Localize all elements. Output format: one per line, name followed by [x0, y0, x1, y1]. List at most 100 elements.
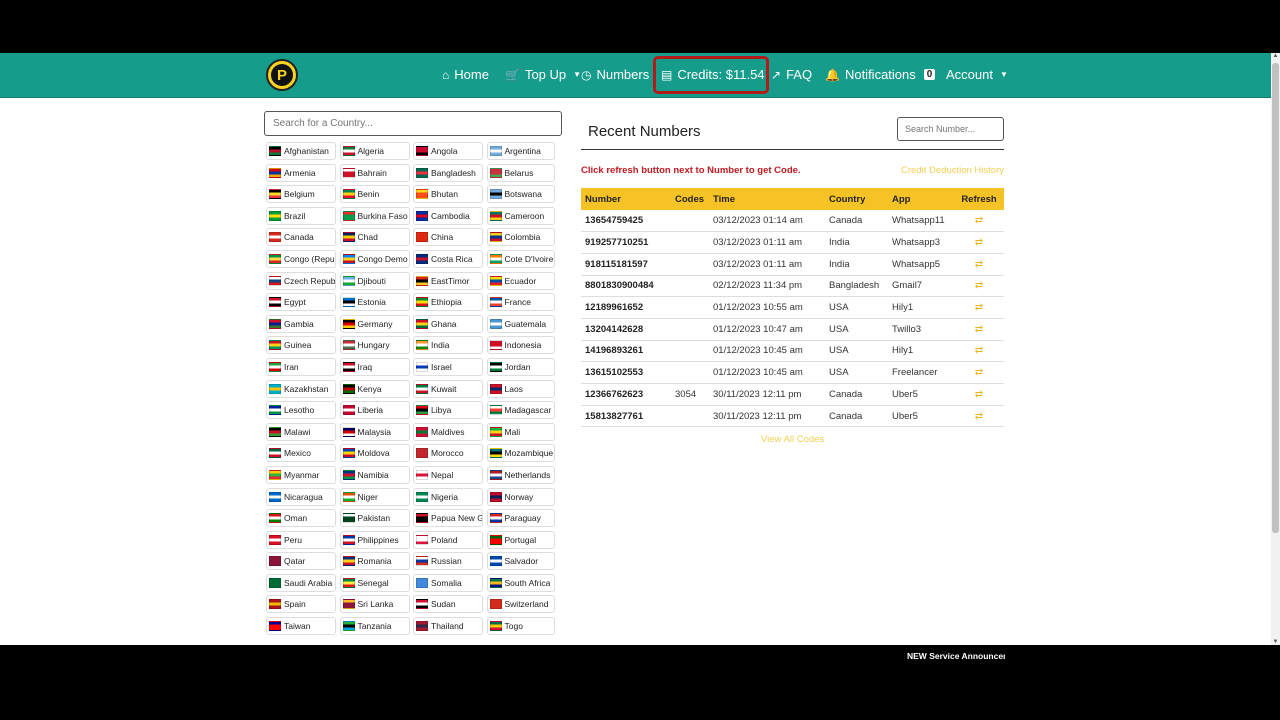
- credit-deduction-history-link[interactable]: Credit Deduction History: [901, 165, 1004, 176]
- country-button[interactable]: Iran: [266, 357, 336, 376]
- country-button[interactable]: Bangladesh: [413, 163, 483, 182]
- refresh-icon[interactable]: ⇄: [975, 280, 983, 291]
- refresh-icon[interactable]: ⇄: [975, 259, 983, 270]
- country-button[interactable]: Argentina: [486, 142, 555, 160]
- country-button[interactable]: Thailand: [413, 617, 483, 636]
- country-button[interactable]: Papua New G: [413, 509, 483, 528]
- refresh-icon[interactable]: ⇄: [975, 237, 983, 248]
- country-button[interactable]: Somalia: [413, 573, 483, 592]
- country-button[interactable]: Kuwait: [413, 379, 483, 398]
- country-button[interactable]: Angola: [413, 142, 483, 160]
- nav-credits[interactable]: ▤ Credits: $11.54: [661, 67, 765, 82]
- scrollbar-thumb[interactable]: [1272, 63, 1279, 533]
- country-button[interactable]: Estonia: [339, 293, 410, 312]
- nav-topup[interactable]: 🛒 Top Up ▼: [505, 67, 581, 82]
- country-button[interactable]: Madagascar: [486, 401, 555, 420]
- refresh-icon[interactable]: ⇄: [975, 367, 983, 378]
- country-button[interactable]: Mozambique: [486, 444, 555, 463]
- country-button[interactable]: Switzerland: [486, 595, 555, 614]
- country-button[interactable]: China: [413, 228, 483, 247]
- scroll-up-icon[interactable]: ▲: [1271, 53, 1280, 59]
- country-button[interactable]: South Africa: [486, 573, 555, 592]
- country-button[interactable]: Mexico: [266, 444, 336, 463]
- country-button[interactable]: Tanzania: [339, 617, 410, 636]
- country-button[interactable]: Iraq: [339, 357, 410, 376]
- view-all-codes-link[interactable]: View All Codes: [761, 434, 824, 445]
- country-button[interactable]: Kazakhstan: [266, 379, 336, 398]
- country-button[interactable]: Peru: [266, 530, 336, 549]
- country-button[interactable]: Nepal: [413, 465, 483, 484]
- country-button[interactable]: Kenya: [339, 379, 410, 398]
- nav-notifications[interactable]: 🔔 Notifications 0: [825, 67, 936, 82]
- country-button[interactable]: Jordan: [486, 357, 555, 376]
- country-button[interactable]: Ghana: [413, 314, 483, 333]
- country-button[interactable]: Ethiopia: [413, 293, 483, 312]
- country-button[interactable]: Congo (Repu: [266, 249, 336, 268]
- country-button[interactable]: Philippines: [339, 530, 410, 549]
- country-button[interactable]: Belgium: [266, 185, 336, 204]
- refresh-icon[interactable]: ⇄: [975, 324, 983, 335]
- country-button[interactable]: Norway: [486, 487, 555, 506]
- country-button[interactable]: Sudan: [413, 595, 483, 614]
- country-button[interactable]: Spain: [266, 595, 336, 614]
- country-button[interactable]: Algeria: [339, 142, 410, 160]
- country-button[interactable]: Israel: [413, 357, 483, 376]
- country-button[interactable]: Germany: [339, 314, 410, 333]
- country-button[interactable]: Oman: [266, 509, 336, 528]
- country-button[interactable]: Maldives: [413, 422, 483, 441]
- country-button[interactable]: Morocco: [413, 444, 483, 463]
- country-button[interactable]: Moldova: [339, 444, 410, 463]
- country-button[interactable]: Laos: [486, 379, 555, 398]
- country-button[interactable]: Cote D'Ivoire: [486, 249, 555, 268]
- country-button[interactable]: Senegal: [339, 573, 410, 592]
- country-button[interactable]: Malawi: [266, 422, 336, 441]
- country-button[interactable]: Cambodia: [413, 206, 483, 225]
- country-button[interactable]: Liberia: [339, 401, 410, 420]
- country-button[interactable]: Paraguay: [486, 509, 555, 528]
- refresh-icon[interactable]: ⇄: [975, 345, 983, 356]
- site-logo[interactable]: P: [266, 59, 298, 91]
- refresh-icon[interactable]: ⇄: [975, 302, 983, 313]
- country-button[interactable]: Armenia: [266, 163, 336, 182]
- country-button[interactable]: Czech Republ: [266, 271, 336, 290]
- country-button[interactable]: Guinea: [266, 336, 336, 355]
- country-button[interactable]: Nigeria: [413, 487, 483, 506]
- country-button[interactable]: Portugal: [486, 530, 555, 549]
- country-button[interactable]: Benin: [339, 185, 410, 204]
- country-button[interactable]: Lesotho: [266, 401, 336, 420]
- refresh-icon[interactable]: ⇄: [975, 389, 983, 400]
- country-button[interactable]: Belarus: [486, 163, 555, 182]
- page-scrollbar[interactable]: ▲ ▼: [1271, 53, 1280, 645]
- country-button[interactable]: Cameroon: [486, 206, 555, 225]
- country-button[interactable]: Russian: [413, 552, 483, 571]
- country-button[interactable]: Libya: [413, 401, 483, 420]
- country-button[interactable]: Togo: [486, 617, 555, 636]
- country-button[interactable]: Guatemala: [486, 314, 555, 333]
- nav-numbers[interactable]: ◷ Numbers: [581, 67, 649, 82]
- country-button[interactable]: Djibouti: [339, 271, 410, 290]
- country-button[interactable]: Congo Demo: [339, 249, 410, 268]
- country-button[interactable]: Mali: [486, 422, 555, 441]
- country-button[interactable]: France: [486, 293, 555, 312]
- country-search-input[interactable]: [264, 111, 562, 136]
- country-button[interactable]: EastTimor: [413, 271, 483, 290]
- country-button[interactable]: Taiwan: [266, 617, 336, 636]
- country-button[interactable]: Sri Lanka: [339, 595, 410, 614]
- country-button[interactable]: Pakistan: [339, 509, 410, 528]
- country-button[interactable]: India: [413, 336, 483, 355]
- country-button[interactable]: Colombia: [486, 228, 555, 247]
- country-button[interactable]: Costa Rica: [413, 249, 483, 268]
- country-button[interactable]: Indonesia: [486, 336, 555, 355]
- country-button[interactable]: Hungary: [339, 336, 410, 355]
- country-button[interactable]: Netherlands: [486, 465, 555, 484]
- country-button[interactable]: Egypt: [266, 293, 336, 312]
- country-button[interactable]: Niger: [339, 487, 410, 506]
- nav-account[interactable]: Account ▼: [946, 67, 1008, 82]
- country-button[interactable]: Poland: [413, 530, 483, 549]
- country-button[interactable]: Ecuador: [486, 271, 555, 290]
- country-button[interactable]: Nicaragua: [266, 487, 336, 506]
- country-button[interactable]: Brazil: [266, 206, 336, 225]
- country-button[interactable]: Gambia: [266, 314, 336, 333]
- country-button[interactable]: Namibia: [339, 465, 410, 484]
- country-button[interactable]: Salvador: [486, 552, 555, 571]
